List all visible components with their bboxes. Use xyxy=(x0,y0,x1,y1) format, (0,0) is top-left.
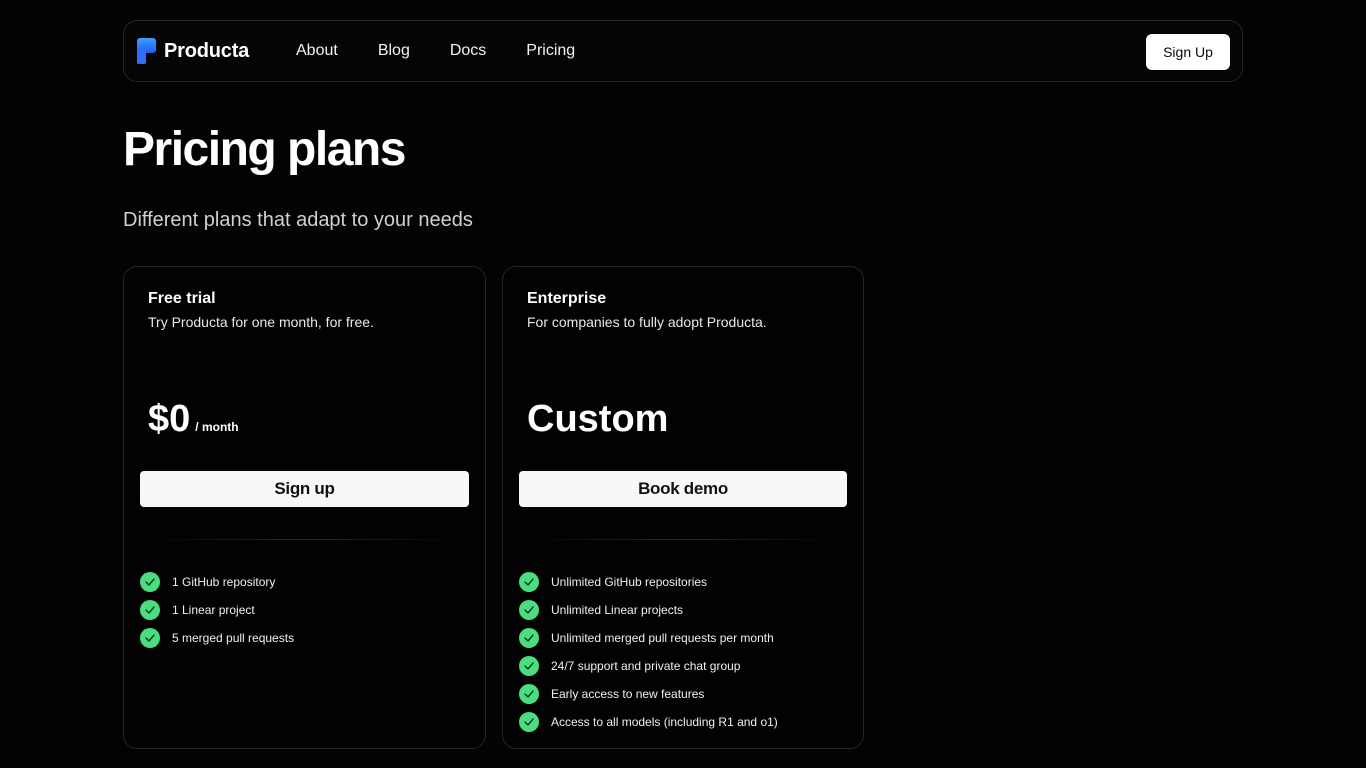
check-icon xyxy=(140,600,160,620)
feature-text: 1 Linear project xyxy=(172,603,255,617)
plan-description: Try Producta for one month, for free. xyxy=(148,314,374,330)
nav-link-blog[interactable]: Blog xyxy=(378,40,410,62)
brand-name: Producta xyxy=(164,40,250,62)
plan-card-free-trial: Free trial Try Producta for one month, f… xyxy=(123,266,486,749)
check-icon xyxy=(519,628,539,648)
book-demo-button[interactable]: Book demo xyxy=(519,471,847,507)
check-icon xyxy=(140,628,160,648)
feature-item: 24/7 support and private chat group xyxy=(519,656,778,676)
check-icon xyxy=(519,712,539,732)
plan-card-enterprise: Enterprise For companies to fully adopt … xyxy=(502,266,864,749)
feature-item: 5 merged pull requests xyxy=(140,628,294,648)
feature-text: Unlimited GitHub repositories xyxy=(551,575,708,589)
nav-signup-button[interactable]: Sign Up xyxy=(1146,34,1230,70)
feature-item: Unlimited Linear projects xyxy=(519,600,778,620)
feature-text: Unlimited Linear projects xyxy=(551,603,684,617)
feature-text: Access to all models (including R1 and o… xyxy=(551,715,778,729)
feature-text: Early access to new features xyxy=(551,687,705,701)
feature-text: Unlimited merged pull requests per month xyxy=(551,631,774,645)
feature-text: 1 GitHub repository xyxy=(172,575,276,589)
check-icon xyxy=(519,600,539,620)
feature-item: 1 Linear project xyxy=(140,600,294,620)
page-title: Pricing plans xyxy=(123,123,406,176)
plan-price: Custom xyxy=(527,397,668,441)
divider xyxy=(527,539,839,540)
feature-text: 5 merged pull requests xyxy=(172,631,295,645)
feature-list: 1 GitHub repository 1 Linear project 5 m… xyxy=(140,572,294,656)
nav-links: About Blog Docs Pricing xyxy=(296,40,615,62)
signup-plan-button[interactable]: Sign up xyxy=(140,471,469,507)
plan-name: Free trial xyxy=(148,290,216,307)
feature-item: Unlimited merged pull requests per month xyxy=(519,628,778,648)
divider xyxy=(148,539,461,540)
check-icon xyxy=(519,656,539,676)
page-subtitle: Different plans that adapt to your needs xyxy=(123,209,473,231)
nav-link-pricing[interactable]: Pricing xyxy=(526,40,575,62)
feature-item: Access to all models (including R1 and o… xyxy=(519,712,778,732)
top-navbar: Producta About Blog Docs Pricing Sign Up xyxy=(123,20,1243,82)
brand-logo[interactable]: Producta xyxy=(137,38,249,64)
feature-item: Early access to new features xyxy=(519,684,778,704)
plan-price: $0 / month xyxy=(148,397,239,441)
check-icon xyxy=(519,684,539,704)
feature-list: Unlimited GitHub repositories Unlimited … xyxy=(519,572,778,740)
nav-link-about[interactable]: About xyxy=(296,40,338,62)
feature-item: 1 GitHub repository xyxy=(140,572,294,592)
check-icon xyxy=(140,572,160,592)
plan-description: For companies to fully adopt Producta. xyxy=(527,314,767,330)
nav-link-docs[interactable]: Docs xyxy=(450,40,486,62)
price-unit: / month xyxy=(195,420,239,434)
feature-text: 24/7 support and private chat group xyxy=(551,659,741,673)
plan-name: Enterprise xyxy=(527,290,607,307)
feature-item: Unlimited GitHub repositories xyxy=(519,572,778,592)
producta-logo-icon xyxy=(137,38,156,64)
price-value: $0 xyxy=(148,398,191,440)
check-icon xyxy=(519,572,539,592)
price-value: Custom xyxy=(527,398,669,440)
